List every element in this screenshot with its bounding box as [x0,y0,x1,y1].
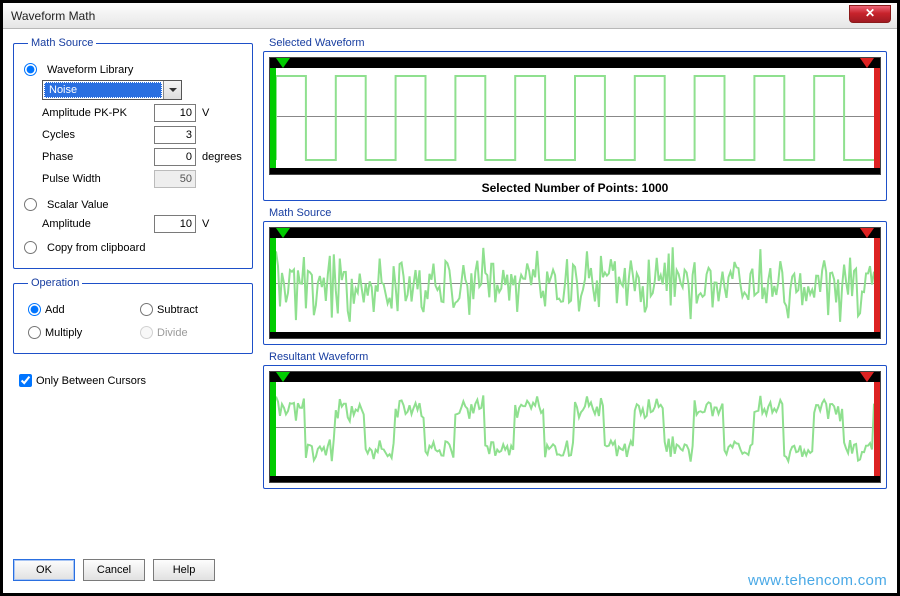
watermark-text: www.tehencom.com [748,572,887,589]
scalar-amp-unit: V [202,218,242,230]
ok-button[interactable]: OK [13,559,75,581]
radio-subtract-label: Subtract [157,304,198,316]
radio-add-label: Add [45,304,65,316]
radio-multiply[interactable] [28,326,41,339]
content: Math Source Waveform Library Noise Ampli… [3,29,897,593]
resultant-waveform-box [263,365,887,489]
left-column: Math Source Waveform Library Noise Ampli… [13,37,253,585]
waveform-library-select[interactable]: Noise [42,80,182,100]
math-source-box [263,221,887,345]
scope-top-stripe [270,372,880,382]
selected-waveform-box: Selected Number of Points: 1000 [263,51,887,201]
amp-pkpk-unit: V [202,107,242,119]
radio-waveform-library[interactable] [24,63,37,76]
cursor-left-marker-icon[interactable] [276,228,290,238]
radio-waveform-library-label: Waveform Library [47,64,133,76]
resultant-waveform-scope [269,371,881,483]
result-wave-svg [276,382,874,476]
window-title: Waveform Math [11,9,95,23]
phase-unit: degrees [202,151,242,163]
phase-input[interactable] [154,148,196,166]
radio-copy-clipboard[interactable] [24,241,37,254]
titlebar: Waveform Math ✕ [3,3,897,29]
scope-right-edge [874,68,880,168]
close-button[interactable]: ✕ [849,5,891,23]
radio-multiply-label: Multiply [45,327,82,339]
button-bar: OK Cancel Help [13,557,253,585]
selected-waveform-panel: Selected Waveform Selected Number of Poi… [263,37,887,201]
cursor-left-marker-icon[interactable] [276,372,290,382]
scope-bottom-stripe [270,476,880,482]
checkbox-only-between-cursors[interactable] [19,374,32,387]
cursor-right-marker-icon[interactable] [860,372,874,382]
operation-grid: Add Subtract Multiply Divide [24,299,242,343]
operation-legend: Operation [28,277,82,289]
chevron-down-icon [163,81,181,99]
pulse-width-input [154,170,196,188]
math-source-scope [269,227,881,339]
noise-wave-svg [276,238,874,332]
waveform-dropdown-row: Noise [24,80,242,100]
help-button[interactable]: Help [153,559,215,581]
cursor-right-marker-icon[interactable] [860,228,874,238]
scope-top-stripe [270,58,880,68]
right-column: Selected Waveform Selected Number of Poi… [263,37,887,585]
scalar-amp-row: Amplitude V [24,215,242,233]
scope-bottom-stripe [270,332,880,338]
radio-divide-label: Divide [157,327,188,339]
waveform-library-value: Noise [44,82,162,98]
op-multiply-row: Multiply [28,326,126,339]
operation-group: Operation Add Subtract Multiply Divide [13,277,253,354]
cancel-button[interactable]: Cancel [83,559,145,581]
radio-scalar-label: Scalar Value [47,199,109,211]
pulse-width-label: Pulse Width [42,173,148,185]
phase-row: Phase degrees [24,148,242,166]
pulse-width-row: Pulse Width [24,170,242,188]
math-source-group: Math Source Waveform Library Noise Ampli… [13,37,253,269]
radio-row-waveform-library: Waveform Library [24,63,242,76]
amp-pkpk-input[interactable] [154,104,196,122]
square-wave-svg [276,68,874,168]
cursor-right-marker-icon[interactable] [860,58,874,68]
radio-scalar-value[interactable] [24,198,37,211]
cycles-input[interactable] [154,126,196,144]
radio-add[interactable] [28,303,41,316]
selected-waveform-legend: Selected Waveform [269,37,887,49]
selected-points-label: Selected Number of Points: 1000 [269,181,881,195]
phase-label: Phase [42,151,148,163]
scalar-amp-label: Amplitude [42,218,148,230]
math-source-panel: Math Source [263,207,887,345]
op-divide-row: Divide [140,326,238,339]
radio-copy-clipboard-label: Copy from clipboard [47,242,145,254]
amp-pkpk-label: Amplitude PK-PK [42,107,148,119]
op-subtract-row: Subtract [140,303,238,316]
scope-top-stripe [270,228,880,238]
cycles-row: Cycles [24,126,242,144]
cycles-label: Cycles [42,129,148,141]
amp-pkpk-row: Amplitude PK-PK V [24,104,242,122]
resultant-waveform-legend: Resultant Waveform [269,351,887,363]
scope-bottom-stripe [270,168,880,174]
selected-waveform-plot [276,68,874,168]
math-source-plot [276,238,874,332]
scope-right-edge [874,382,880,476]
math-source-legend: Math Source [28,37,96,49]
radio-divide [140,326,153,339]
math-source-wave-legend: Math Source [269,207,887,219]
scalar-amp-input[interactable] [154,215,196,233]
scope-right-edge [874,238,880,332]
selected-waveform-scope [269,57,881,175]
radio-subtract[interactable] [140,303,153,316]
close-icon: ✕ [865,6,875,20]
radio-row-clipboard: Copy from clipboard [24,241,242,254]
resultant-waveform-plot [276,382,874,476]
only-between-cursors-row: Only Between Cursors [13,374,253,387]
cursor-left-marker-icon[interactable] [276,58,290,68]
radio-row-scalar: Scalar Value [24,198,242,211]
only-between-cursors-label: Only Between Cursors [36,375,146,387]
op-add-row: Add [28,303,126,316]
resultant-waveform-panel: Resultant Waveform [263,351,887,489]
